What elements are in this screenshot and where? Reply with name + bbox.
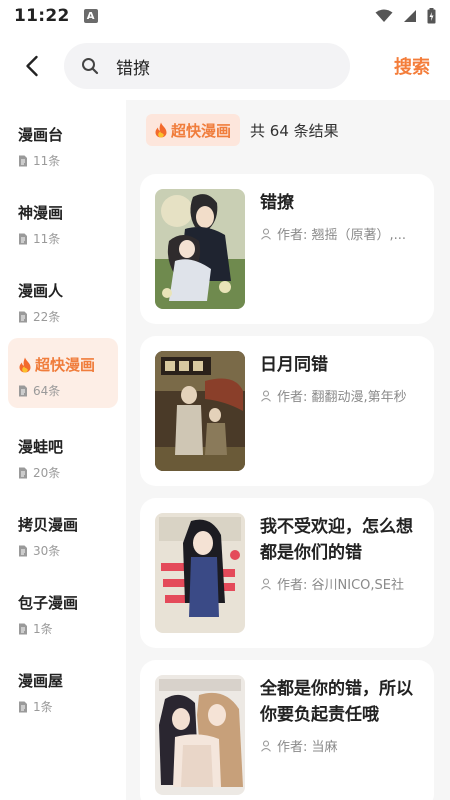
notification-icon: A [83,9,98,23]
document-icon [19,623,27,634]
sidebar-item-label: 漫画人 [18,282,64,300]
result-card[interactable]: 错撩 作者: 翘摇（原著）,... [140,174,434,324]
sidebar-item-label: 拷贝漫画 [18,516,79,534]
comic-title: 全都是你的错，所以你要负起责任哦 [260,679,413,725]
sidebar-item-shenmanhua[interactable]: 神漫画 11条 [8,186,118,256]
sidebar-item-count: 30条 [33,544,61,558]
comic-title: 我不受欢迎，怎么想都是你们的错 [260,517,413,563]
sidebar-item-label: 漫蛙吧 [18,438,64,456]
person-icon [261,390,271,402]
comic-cover [155,513,245,633]
sidebar-item-label: 神漫画 [18,204,64,222]
search-button[interactable]: 搜索 [394,53,430,79]
source-sidebar: 漫画台 11条 神漫画 11条 漫画人 22条 超快漫画 64条 漫蛙吧 20条… [0,100,126,800]
fire-icon [19,357,31,372]
chevron-left-icon [26,55,38,77]
search-input[interactable]: 错撩 [64,43,350,89]
sidebar-item-label: 超快漫画 [35,356,96,374]
comic-author-text: 作者: 翘摇（原著）,... [277,228,407,243]
comic-author: 作者: 谷川NICO,SE社 [260,574,420,593]
sidebar-item-count: 1条 [33,700,53,714]
document-icon [19,467,27,478]
battery-icon [427,8,436,24]
comic-author: 作者: 当麻 [260,736,420,755]
source-tag: 超快漫画 [146,114,241,146]
search-query: 错撩 [116,58,150,79]
search-icon [80,56,100,76]
document-icon [19,701,27,712]
status-icons [375,8,436,24]
document-icon [19,311,27,322]
comic-cover [155,675,245,795]
document-icon [19,385,27,396]
sidebar-item-count: 20条 [33,466,61,480]
person-icon [261,740,271,752]
result-card[interactable]: 我不受欢迎，怎么想都是你们的错 作者: 谷川NICO,SE社 [140,498,434,648]
document-icon [19,155,27,166]
comic-cover [155,189,245,309]
sidebar-item-count: 22条 [33,310,61,324]
comic-author-text: 作者: 谷川NICO,SE社 [277,578,404,593]
sidebar-item-manwaba[interactable]: 漫蛙吧 20条 [8,420,118,490]
source-tag-label: 超快漫画 [171,121,232,140]
wifi-icon [375,9,393,22]
sidebar-item-manhuatai[interactable]: 漫画台 11条 [8,108,118,178]
person-icon [261,228,271,240]
sidebar-item-count: 1条 [33,622,53,636]
person-icon [261,578,271,590]
comic-author-text: 作者: 翻翻动漫,第年秒 [277,390,407,405]
status-time: 11:22 [14,6,70,26]
result-card[interactable]: 全都是你的错，所以你要负起责任哦 作者: 当麻 [140,660,434,800]
back-button[interactable] [0,32,64,100]
comic-author-text: 作者: 当麻 [277,740,338,755]
sidebar-item-label: 漫画台 [18,126,64,144]
document-icon [19,233,27,244]
comic-title: 错撩 [260,193,294,213]
fire-icon [155,122,167,138]
signal-icon [404,10,416,22]
results-panel: 超快漫画 共 64 条结果 错撩 作者: 翘摇（原著）,... 日月同错 作者:… [126,100,450,800]
search-header: 错撩 搜索 [0,32,450,100]
sidebar-item-manhuawu[interactable]: 漫画屋 1条 [8,654,118,724]
status-bar: 11:22 A [0,0,450,32]
sidebar-item-baozi[interactable]: 包子漫画 1条 [8,576,118,646]
sidebar-item-count: 11条 [33,232,61,246]
comic-cover [155,351,245,471]
sidebar-item-kaobei[interactable]: 拷贝漫画 30条 [8,498,118,568]
comic-author: 作者: 翻翻动漫,第年秒 [260,386,420,405]
result-card[interactable]: 日月同错 作者: 翻翻动漫,第年秒 [140,336,434,486]
sidebar-item-label: 漫画屋 [18,672,64,690]
sidebar-item-chaokuai[interactable]: 超快漫画 64条 [8,338,118,408]
sidebar-item-count: 64条 [33,384,61,398]
comic-title: 日月同错 [260,355,328,375]
results-header: 超快漫画 共 64 条结果 [146,114,339,146]
result-count: 共 64 条结果 [250,121,339,140]
document-icon [19,545,27,556]
comic-author: 作者: 翘摇（原著）,... [260,224,420,243]
sidebar-item-manhuaren[interactable]: 漫画人 22条 [8,264,118,334]
sidebar-item-count: 11条 [33,154,61,168]
sidebar-item-label: 包子漫画 [18,594,79,612]
